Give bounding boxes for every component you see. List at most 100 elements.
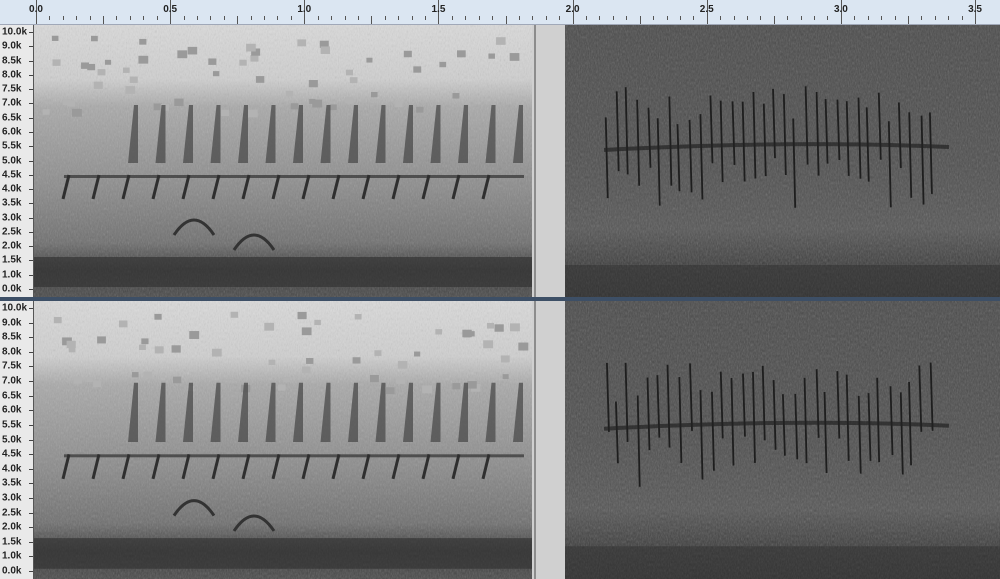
spectral-block xyxy=(189,331,200,339)
spectral-block xyxy=(283,377,290,383)
spectral-block xyxy=(118,320,128,328)
frequency-label: 3.5k xyxy=(2,477,22,489)
spectral-block xyxy=(494,324,504,332)
spectral-block xyxy=(86,376,93,383)
frequency-label: 9.0k xyxy=(2,40,22,52)
spectrogram-track-top[interactable] xyxy=(34,25,1000,297)
spectral-block xyxy=(250,55,259,62)
spectral-block xyxy=(462,329,472,338)
spectral-block xyxy=(329,104,337,111)
ruler-minor-tick xyxy=(586,16,587,20)
ruler-label: 2.0 xyxy=(565,4,580,15)
spectral-block xyxy=(397,361,408,369)
ruler-minor-tick xyxy=(679,16,681,20)
frequency-label: 1.0k xyxy=(2,550,22,562)
frequency-label: 1.5k xyxy=(2,536,22,548)
clip-edge[interactable] xyxy=(534,301,536,579)
ruler-minor-tick xyxy=(62,16,64,20)
ruler-label: 1.5 xyxy=(431,4,446,15)
frequency-label: 10.0k xyxy=(2,302,28,314)
ruler-label: 3.0 xyxy=(833,4,848,15)
spectral-block xyxy=(139,344,146,351)
spectrogram-track-bottom[interactable] xyxy=(34,301,1000,579)
frequency-tick xyxy=(29,103,33,105)
ruler-minor-tick xyxy=(921,16,923,20)
frequency-tick xyxy=(29,146,33,148)
ruler-minor-tick xyxy=(398,16,400,20)
spectral-block xyxy=(143,371,153,379)
ruler-minor-tick xyxy=(854,16,856,20)
spectral-block xyxy=(306,358,314,364)
frequency-tick xyxy=(29,366,33,368)
ruler-minor-tick xyxy=(827,16,829,20)
spectral-block xyxy=(487,322,495,329)
ruler-minor-tick xyxy=(277,16,279,20)
ruler-minor-tick xyxy=(76,16,78,20)
spectral-block xyxy=(483,340,494,349)
frequency-label: 3.0k xyxy=(2,492,22,504)
frequency-tick xyxy=(29,527,33,529)
ruler-minor-tick xyxy=(881,16,883,20)
clip-edge[interactable] xyxy=(534,25,536,297)
spectral-block xyxy=(395,101,403,108)
spectral-block xyxy=(248,109,258,118)
timeline-ruler[interactable]: 0.0 0.5 1.0 1.5 2.0 2.5 3.0 3.5 xyxy=(0,0,1000,25)
ruler-minor-tick xyxy=(666,16,668,20)
frequency-tick xyxy=(29,439,33,441)
ruler-minor-tick xyxy=(840,16,842,24)
spectral-block xyxy=(456,50,466,58)
ruler-minor-tick xyxy=(948,16,950,20)
ruler-minor-tick xyxy=(250,16,252,20)
frequency-label: 8.0k xyxy=(2,346,22,358)
spectral-block xyxy=(230,311,239,318)
frequency-tick xyxy=(29,424,33,426)
ruler-minor-tick xyxy=(706,16,708,24)
ruler-minor-tick xyxy=(237,16,239,24)
spectral-block xyxy=(81,62,89,69)
frequency-tick xyxy=(29,410,33,412)
spectral-block xyxy=(277,384,286,391)
harmonic-band xyxy=(64,454,524,458)
frequency-label: 7.0k xyxy=(2,97,22,109)
low-frequency-band xyxy=(34,257,532,287)
frequency-axis-bottom: 10.0k 9.0k 8.5k 8.0k 7.5k 7.0k 6.5k 6.0k 5.5k 5.0… xyxy=(0,301,34,579)
spectral-block xyxy=(42,109,50,115)
frequency-tick xyxy=(29,274,33,276)
ruler-minor-tick xyxy=(451,16,453,20)
frequency-tick xyxy=(29,468,33,470)
spectral-block xyxy=(255,76,265,83)
spectral-block xyxy=(352,357,361,364)
spectral-block xyxy=(93,81,103,89)
spectral-block xyxy=(374,350,382,356)
frequency-label: 4.0k xyxy=(2,183,22,195)
frequency-label: 1.5k xyxy=(2,254,22,266)
frequency-label: 5.5k xyxy=(2,140,22,152)
ruler-minor-tick xyxy=(384,16,386,20)
ruler-minor-tick xyxy=(559,16,561,20)
frequency-label: 2.0k xyxy=(2,240,22,252)
spectral-block xyxy=(345,97,354,104)
frequency-tick xyxy=(29,308,33,309)
spectral-block xyxy=(435,329,443,335)
spectral-block xyxy=(314,319,321,326)
frequency-label: 10.0k xyxy=(2,26,28,38)
spectral-block xyxy=(211,348,222,357)
low-frequency-band xyxy=(565,265,1000,297)
spectral-block xyxy=(91,35,98,42)
frequency-tick xyxy=(29,322,33,324)
spectral-block xyxy=(366,57,373,63)
spectral-block xyxy=(154,346,164,354)
ruler-minor-tick xyxy=(733,16,735,20)
spectral-block xyxy=(345,69,354,76)
frequency-tick xyxy=(29,260,33,262)
spectral-block xyxy=(502,374,509,380)
spectral-block xyxy=(154,313,162,320)
spectral-block xyxy=(177,50,188,59)
spectral-block xyxy=(297,39,307,47)
frequency-label: 4.0k xyxy=(2,463,22,475)
spectral-block xyxy=(285,90,294,97)
spectral-block xyxy=(208,58,217,65)
ruler-minor-tick xyxy=(492,16,494,20)
spectral-block xyxy=(173,376,182,384)
frequency-tick xyxy=(29,512,33,514)
